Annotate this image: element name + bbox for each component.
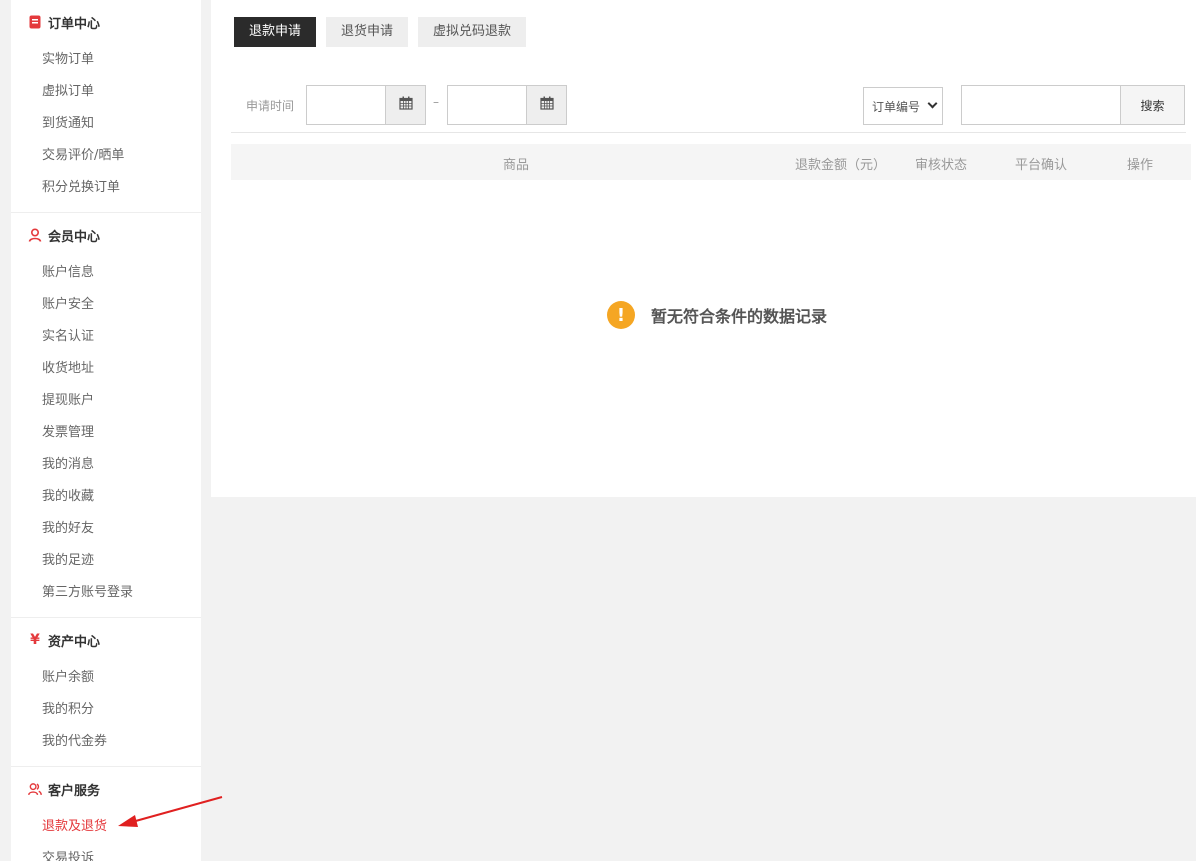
order-doc-icon — [28, 15, 42, 29]
start-calendar-button[interactable] — [386, 85, 426, 125]
calendar-icon — [539, 96, 554, 114]
empty-state: ! 暂无符合条件的数据记录 — [607, 301, 827, 329]
end-calendar-button[interactable] — [527, 85, 567, 125]
chevron-down-icon — [927, 98, 938, 109]
column-header-platform-confirm: 平台确认 — [1015, 158, 1068, 173]
sidebar-group-orders: 订单中心 实物订单 虚拟订单 到货通知 交易评价/晒单 积分兑换订单 — [11, 0, 201, 213]
tab-bar: 退款申请 退货申请 虚拟兑码退款 — [234, 17, 527, 47]
date-separator: – — [433, 95, 439, 109]
column-header-refund-amount: 退款金额（元） — [795, 158, 887, 173]
date-label: 申请时间 — [246, 99, 295, 113]
sidebar-item-third-party-login[interactable]: 第三方账号登录 — [11, 577, 201, 609]
calendar-icon — [398, 96, 413, 114]
tab-refund-request[interactable]: 退款申请 — [234, 17, 317, 47]
sidebar-group-assets: ¥ 资产中心 账户余额 我的积分 我的代金券 — [11, 618, 201, 767]
warning-icon: ! — [607, 301, 635, 329]
empty-message: 暂无符合条件的数据记录 — [651, 307, 828, 326]
search-type-value: 订单编号 — [872, 99, 921, 114]
sidebar-item-complaints[interactable]: 交易投诉 — [11, 843, 201, 861]
service-users-icon — [28, 782, 42, 796]
sidebar-item-friends[interactable]: 我的好友 — [11, 513, 201, 545]
sidebar-item-points-orders[interactable]: 积分兑换订单 — [11, 172, 201, 204]
sidebar-item-footprints[interactable]: 我的足迹 — [11, 545, 201, 577]
search-button[interactable]: 搜索 — [1120, 85, 1185, 125]
sidebar-item-messages[interactable]: 我的消息 — [11, 449, 201, 481]
sidebar-group-title: 会员中心 — [48, 229, 101, 245]
tab-return-request[interactable]: 退货申请 — [326, 17, 409, 47]
yen-icon: ¥ — [30, 632, 40, 648]
sidebar-group-title: 客户服务 — [48, 783, 101, 799]
sidebar-group-header: ¥ 资产中心 — [11, 618, 201, 662]
tab-virtual-code-refund[interactable]: 虚拟兑码退款 — [418, 17, 527, 47]
sidebar-item-arrival-notice[interactable]: 到货通知 — [11, 108, 201, 140]
sidebar-group-title: 资产中心 — [48, 634, 101, 650]
sidebar-item-reviews[interactable]: 交易评价/晒单 — [11, 140, 201, 172]
column-header-product: 商品 — [503, 158, 530, 173]
end-date-input[interactable] — [447, 85, 527, 125]
filter-bar: 申请时间 – 订单编号 搜索 — [231, 85, 1186, 133]
sidebar-item-balance[interactable]: 账户余额 — [11, 662, 201, 694]
column-header-actions: 操作 — [1127, 158, 1154, 173]
sidebar-item-vouchers[interactable]: 我的代金券 — [11, 726, 201, 758]
annotation-arrow-icon — [118, 796, 223, 827]
sidebar-group-header: 会员中心 — [11, 213, 201, 257]
search-input[interactable] — [961, 85, 1121, 125]
sidebar-group-title: 订单中心 — [48, 16, 101, 32]
sidebar-item-favorites[interactable]: 我的收藏 — [11, 481, 201, 513]
main-panel: 退款申请 退货申请 虚拟兑码退款 申请时间 – 订单编号 搜索 商品 退款金额（… — [211, 0, 1196, 497]
column-header-review-status: 审核状态 — [915, 158, 968, 173]
sidebar-item-real-name[interactable]: 实名认证 — [11, 321, 201, 353]
sidebar-item-account-security[interactable]: 账户安全 — [11, 289, 201, 321]
sidebar: 订单中心 实物订单 虚拟订单 到货通知 交易评价/晒单 积分兑换订单 会员中心 … — [11, 0, 201, 861]
sidebar-item-withdraw-account[interactable]: 提现账户 — [11, 385, 201, 417]
sidebar-item-physical-orders[interactable]: 实物订单 — [11, 44, 201, 76]
sidebar-item-points[interactable]: 我的积分 — [11, 694, 201, 726]
sidebar-group-member: 会员中心 账户信息 账户安全 实名认证 收货地址 提现账户 发票管理 我的消息 … — [11, 213, 201, 618]
user-icon — [28, 228, 42, 242]
sidebar-item-virtual-orders[interactable]: 虚拟订单 — [11, 76, 201, 108]
search-type-select[interactable]: 订单编号 — [863, 87, 943, 125]
sidebar-group-header: 订单中心 — [11, 0, 201, 44]
sidebar-item-address[interactable]: 收货地址 — [11, 353, 201, 385]
table-header: 商品 退款金额（元） 审核状态 平台确认 操作 — [231, 144, 1191, 180]
sidebar-item-account-info[interactable]: 账户信息 — [11, 257, 201, 289]
sidebar-item-invoice[interactable]: 发票管理 — [11, 417, 201, 449]
start-date-input[interactable] — [306, 85, 386, 125]
